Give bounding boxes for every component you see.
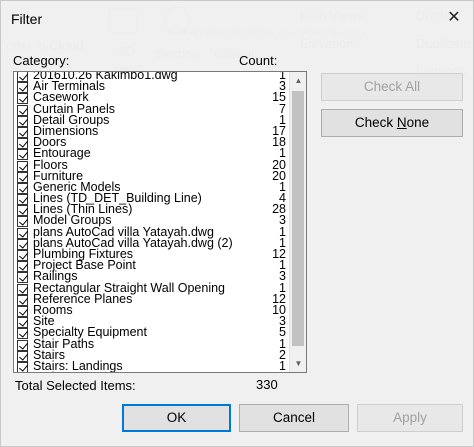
check-none-label-post: one bbox=[406, 115, 430, 130]
scroll-thumb[interactable] bbox=[292, 91, 304, 346]
checkbox-checked-icon[interactable] bbox=[17, 171, 28, 183]
cancel-button[interactable]: Cancel bbox=[239, 404, 349, 432]
checkbox-checked-icon[interactable] bbox=[17, 250, 28, 261]
checkbox-checked-icon[interactable] bbox=[17, 294, 28, 306]
checkbox-checked-icon[interactable] bbox=[17, 350, 28, 362]
checkbox-checked-icon[interactable] bbox=[17, 305, 28, 317]
category-count: 3 bbox=[279, 213, 286, 228]
category-name: Stair Paths bbox=[33, 336, 95, 351]
category-name: Model Groups bbox=[33, 213, 112, 228]
category-rows: 201610.26 Kakimbo1.dwg 1 Air Terminals 3 Cas… bbox=[14, 72, 290, 372]
category-name: Casework bbox=[33, 90, 89, 105]
check-none-label-accel: N bbox=[396, 115, 407, 130]
ok-button[interactable]: OK bbox=[122, 404, 231, 432]
checkbox-checked-icon[interactable] bbox=[17, 82, 28, 94]
checkbox-checked-icon[interactable] bbox=[17, 126, 28, 138]
checkbox-checked-icon[interactable] bbox=[17, 138, 28, 150]
category-name: Specialty Equipment bbox=[33, 325, 147, 340]
category-name: Floors bbox=[33, 157, 68, 172]
checkbox-checked-icon[interactable] bbox=[17, 339, 28, 351]
dialog-title: Filter bbox=[11, 11, 43, 27]
checkbox-checked-icon[interactable] bbox=[17, 160, 28, 172]
checkbox-checked-icon[interactable] bbox=[17, 104, 28, 116]
checkbox-checked-icon[interactable] bbox=[17, 149, 28, 161]
scroll-up-icon[interactable]: ▲ bbox=[290, 72, 306, 89]
category-count: 5 bbox=[279, 325, 286, 340]
category-list[interactable]: 201610.26 Kakimbo1.dwg 1 Air Terminals 3 Cas… bbox=[13, 71, 307, 373]
scroll-down-icon[interactable]: ▼ bbox=[290, 355, 306, 372]
checkbox-checked-icon[interactable] bbox=[17, 194, 28, 206]
category-count: 1 bbox=[279, 146, 286, 161]
count-label: Count: bbox=[239, 53, 278, 68]
close-icon[interactable]: ✕ bbox=[443, 7, 465, 29]
checkbox-checked-icon[interactable] bbox=[17, 205, 28, 217]
checkbox-checked-icon[interactable] bbox=[17, 227, 28, 239]
checkbox-checked-icon[interactable] bbox=[17, 93, 28, 105]
checkbox-checked-icon[interactable] bbox=[17, 261, 28, 273]
category-count: 20 bbox=[272, 157, 286, 172]
check-none-button[interactable]: Check None bbox=[321, 109, 463, 137]
filter-dialog: Filter ✕ Category: Count: 201610.26 Kaki… bbox=[0, 0, 474, 447]
vertical-scrollbar[interactable]: ▲ ▼ bbox=[289, 72, 306, 372]
total-selected-label: Total Selected Items: bbox=[15, 378, 136, 393]
checkbox-checked-icon[interactable] bbox=[17, 317, 28, 329]
check-none-label-pre: Check bbox=[354, 115, 397, 130]
category-label: Category: bbox=[13, 53, 70, 68]
checkbox-checked-icon[interactable] bbox=[17, 328, 28, 340]
checkbox-checked-icon[interactable] bbox=[17, 283, 28, 295]
check-all-button[interactable]: Check All bbox=[321, 73, 463, 101]
checkbox-checked-icon[interactable] bbox=[17, 361, 28, 372]
checkbox-checked-icon[interactable] bbox=[17, 182, 28, 194]
category-name: Stairs: Runs bbox=[33, 371, 101, 372]
category-count: 2 bbox=[279, 371, 286, 372]
category-count: 3 bbox=[279, 269, 286, 284]
checkbox-checked-icon[interactable] bbox=[17, 238, 28, 250]
category-name: Entourage bbox=[33, 146, 91, 161]
checkbox-checked-icon[interactable] bbox=[17, 115, 28, 127]
category-name: Railings bbox=[33, 269, 78, 284]
apply-button[interactable]: Apply bbox=[357, 404, 463, 432]
list-item[interactable]: Rooms 10 bbox=[14, 304, 290, 318]
total-selected-value: 330 bbox=[256, 377, 278, 392]
checkbox-checked-icon[interactable] bbox=[17, 216, 28, 228]
checkbox-checked-icon[interactable] bbox=[17, 272, 28, 284]
category-count: 1 bbox=[279, 336, 286, 351]
checkbox-checked-icon[interactable] bbox=[17, 72, 28, 82]
category-count: 15 bbox=[272, 90, 286, 105]
